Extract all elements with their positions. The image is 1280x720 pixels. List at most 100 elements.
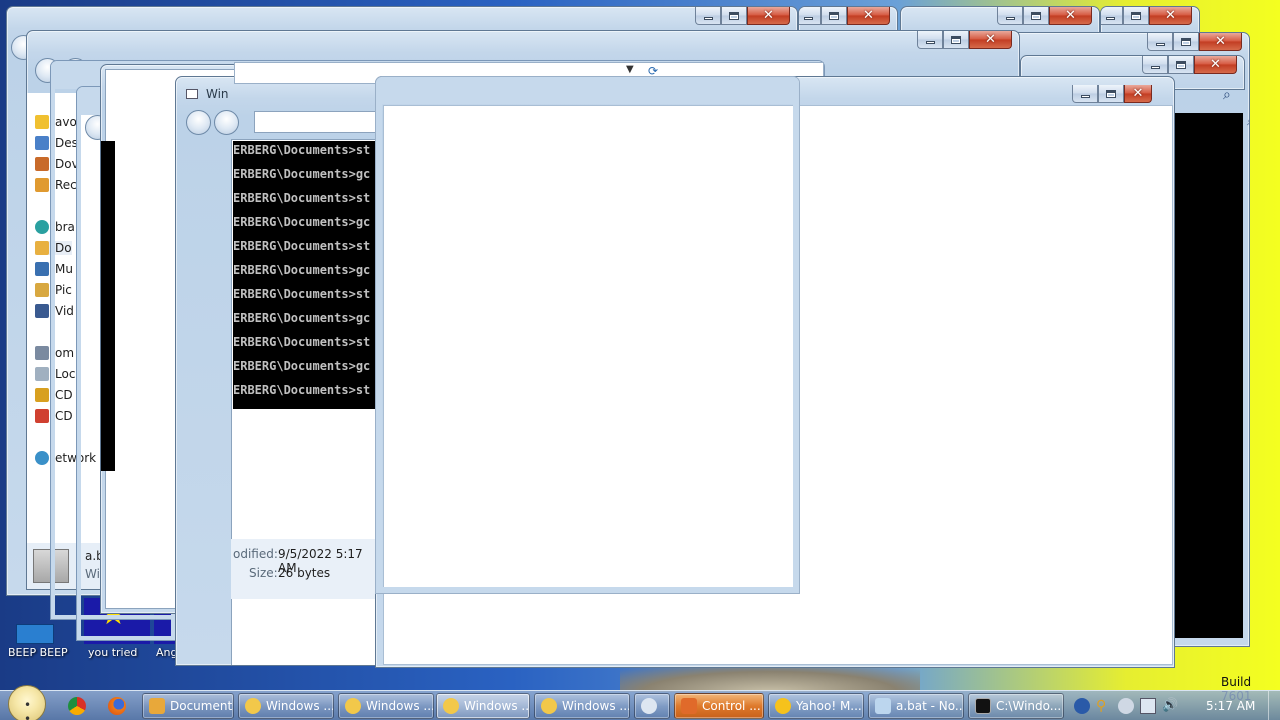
taskbar-button-windows-1[interactable]: Windows ...: [238, 693, 334, 719]
pinned-chrome[interactable]: [66, 695, 88, 717]
close-button[interactable]: ✕: [1199, 33, 1242, 51]
chrome-icon: [68, 697, 86, 715]
cd-drive-icon: [35, 388, 49, 402]
minimize-button[interactable]: [1072, 85, 1098, 103]
minimize-button[interactable]: [695, 7, 721, 25]
pictures-icon: [35, 283, 49, 297]
maximize-button[interactable]: [1123, 7, 1149, 25]
close-button[interactable]: ✕: [1194, 56, 1237, 74]
recent-icon: [35, 178, 49, 192]
console-output: ERBERG\Documents>st ERBERG\Documents>gc …: [233, 141, 383, 409]
window-title: Win: [206, 87, 229, 101]
details-modified-label: odified:: [233, 547, 278, 561]
windows-icon: [443, 698, 459, 714]
notepad-icon: [875, 698, 891, 714]
videos-icon: [35, 304, 49, 318]
window-front-inner[interactable]: [375, 76, 800, 594]
minimize-button[interactable]: [917, 31, 943, 49]
power-icon[interactable]: [1140, 698, 1156, 714]
firefox-icon: [108, 697, 126, 715]
taskbar-button-yahoo[interactable]: Yahoo! M...: [768, 693, 864, 719]
taskbar-button-documents[interactable]: Documents: [142, 693, 234, 719]
taskbar-button-cmd[interactable]: C:\Windo...: [968, 693, 1064, 719]
maximize-button[interactable]: [1173, 33, 1199, 51]
forward-button[interactable]: [214, 110, 239, 135]
taskbar-button-windows-4[interactable]: Windows ...: [534, 693, 630, 719]
control-panel-icon: [681, 698, 697, 714]
desktop-icon: [35, 136, 49, 150]
library-icon: [35, 220, 49, 234]
minimize-button[interactable]: [1147, 33, 1173, 51]
blank-icon: [641, 698, 657, 714]
star-icon: [35, 115, 49, 129]
download-icon: [35, 157, 49, 171]
close-icon: ✕: [985, 32, 996, 47]
smiley-icon: • •: [23, 698, 32, 720]
maximize-button[interactable]: [1023, 7, 1049, 25]
maximize-button[interactable]: [1168, 56, 1194, 74]
window-icon: [186, 89, 198, 99]
minimize-button[interactable]: [997, 7, 1023, 25]
window-explorer-win[interactable]: Win ERBERG\Documents>st ERBERG\Documents…: [175, 76, 385, 666]
taskbar-button-windows-2[interactable]: Windows ...: [338, 693, 434, 719]
pinned-firefox[interactable]: [106, 695, 128, 717]
close-icon: ✕: [1065, 8, 1076, 23]
caption-buttons: ✕: [917, 31, 1012, 50]
maximize-button[interactable]: [1098, 85, 1124, 103]
cmd-icon: [975, 698, 991, 714]
details-size-label: Size:: [249, 566, 278, 580]
windows-icon: [345, 698, 361, 714]
close-button[interactable]: ✕: [1049, 7, 1092, 25]
details-size-value: 26 bytes: [278, 566, 331, 580]
caption-buttons: ✕: [1142, 56, 1237, 75]
close-button[interactable]: ✕: [747, 7, 790, 25]
folder-icon: [149, 698, 165, 714]
search-icon[interactable]: ⌕: [1247, 113, 1249, 131]
minimize-button[interactable]: [799, 7, 821, 25]
documents-icon: [35, 241, 49, 255]
taskbar-button-control-panel[interactable]: Control ...: [674, 693, 764, 719]
close-icon: ✕: [1215, 34, 1226, 49]
caption-buttons: ✕: [1072, 85, 1152, 104]
maximize-button[interactable]: [821, 7, 847, 25]
caption-buttons: ✕: [695, 7, 790, 26]
desktop-image: [620, 668, 920, 692]
close-icon: ✕: [863, 8, 874, 23]
desktop-icon-label: BEEP BEEP: [8, 646, 68, 659]
console-area: [1171, 113, 1243, 638]
close-button[interactable]: ✕: [969, 31, 1012, 49]
show-desktop-button[interactable]: [1268, 691, 1280, 720]
taskbar-button-windows-3[interactable]: Windows ...: [436, 693, 530, 719]
maximize-button[interactable]: [943, 31, 969, 49]
network-tray-icon[interactable]: [1074, 698, 1090, 714]
action-center-icon[interactable]: [1118, 698, 1134, 714]
search-tray-icon[interactable]: ⚲: [1096, 698, 1112, 714]
close-icon: ✕: [1132, 86, 1144, 101]
windows-icon: [245, 698, 261, 714]
caption-buttons: ✕: [997, 7, 1092, 26]
clock[interactable]: 5:17 AM: [1206, 699, 1255, 713]
windows-icon: [541, 698, 557, 714]
details-pane: odified: 9/5/2022 5:17 AM Size: 26 bytes: [231, 539, 381, 599]
taskbar-button-notepad[interactable]: a.bat - No...: [868, 693, 964, 719]
close-button[interactable]: ✕: [847, 7, 890, 25]
start-button[interactable]: • •: [8, 685, 46, 720]
address-bar[interactable]: [254, 111, 384, 133]
back-button[interactable]: [186, 110, 211, 135]
maximize-button[interactable]: [721, 7, 747, 25]
taskbar-button-blank[interactable]: [634, 693, 670, 719]
minimize-button[interactable]: [1142, 56, 1168, 74]
music-icon: [35, 262, 49, 276]
app-icon: [16, 624, 54, 644]
close-icon: ✕: [763, 8, 774, 23]
caption-buttons: ✕: [799, 7, 890, 26]
volume-icon[interactable]: 🔊: [1162, 698, 1178, 714]
minimize-button[interactable]: [1101, 7, 1123, 25]
yahoo-icon: [775, 698, 791, 714]
window-frame: [376, 77, 799, 593]
desktop-icon-label: you tried: [88, 646, 138, 659]
close-button[interactable]: ✕: [1149, 7, 1192, 25]
caption-buttons: ✕: [1101, 7, 1192, 26]
close-button[interactable]: ✕: [1124, 85, 1152, 103]
close-icon: ✕: [1210, 57, 1221, 72]
